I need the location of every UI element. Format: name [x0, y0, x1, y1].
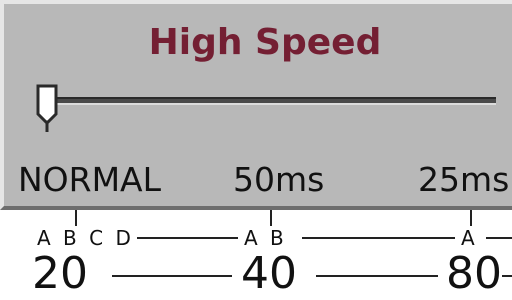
scale-number-40: 40 [241, 248, 297, 299]
tick-label-normal: NORMAL [18, 160, 162, 199]
group-label-abcd: A B C D [37, 226, 134, 250]
scale-number-80: 80 [446, 248, 502, 299]
slider-track[interactable] [50, 97, 496, 105]
tick-label-50ms: 50ms [233, 160, 325, 199]
scale-number-20: 20 [32, 248, 88, 299]
tick-label-25ms: 25ms [418, 160, 510, 199]
group-label-ab: A B [244, 226, 287, 250]
group-label-a: A [461, 226, 478, 250]
slider-thumb[interactable] [34, 84, 70, 134]
speed-settings-figure: High Speed NORMAL 50ms 25ms A B C D A B … [0, 0, 512, 300]
panel-title: High Speed [148, 22, 382, 63]
